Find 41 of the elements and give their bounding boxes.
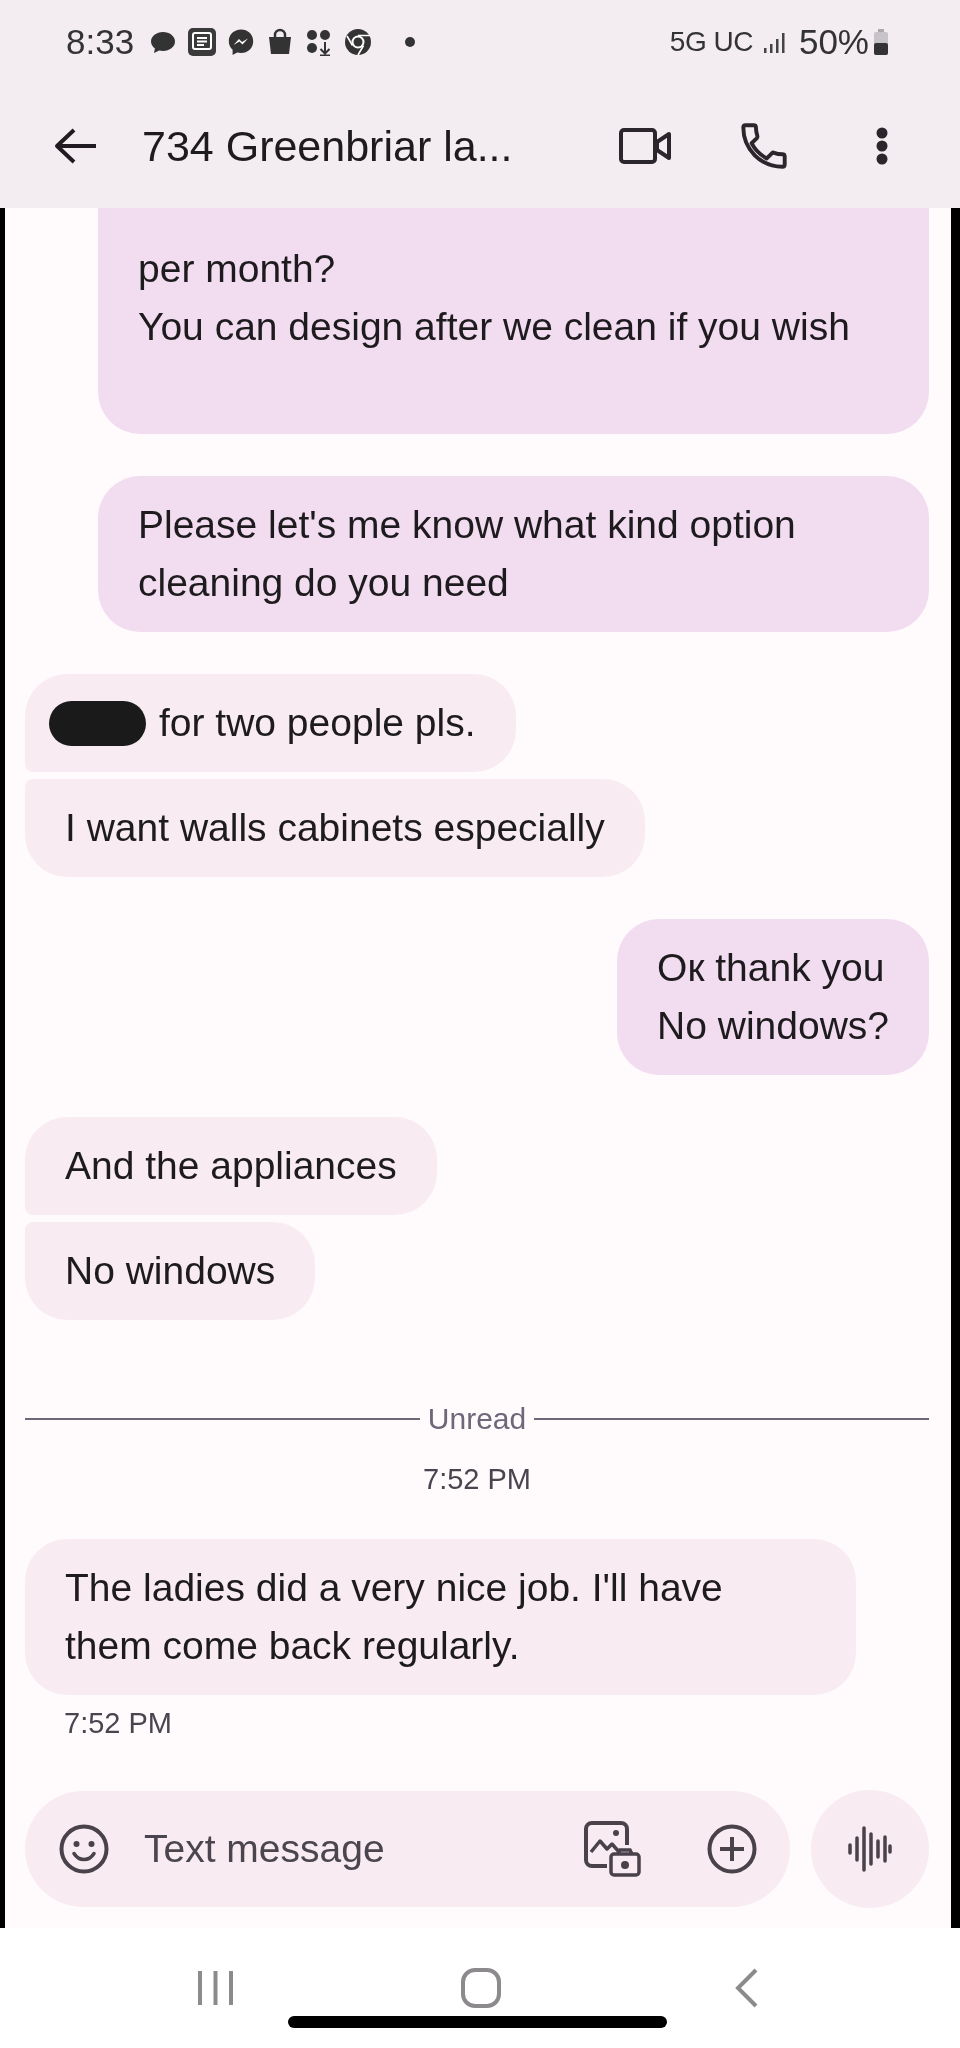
image-camera-icon xyxy=(583,1820,641,1878)
signal-icon xyxy=(762,31,787,53)
attach-media-button[interactable] xyxy=(583,1820,641,1878)
message-text: per month? You can design after we clean if you wish xyxy=(138,247,850,348)
video-camera-icon xyxy=(619,128,671,164)
phone-icon xyxy=(741,123,787,169)
message-text: The ladies did a very nice job. I'll have them come back regularly. xyxy=(65,1566,723,1667)
message-text: I want walls cabinets especially xyxy=(65,806,605,849)
plus-circle-icon xyxy=(707,1824,757,1874)
video-call-button[interactable] xyxy=(619,128,671,164)
battery-percent: 50% xyxy=(798,22,869,62)
emoji-button[interactable] xyxy=(59,1824,109,1874)
smiley-icon xyxy=(59,1824,109,1874)
message-text: And the appliances xyxy=(65,1144,397,1187)
message-input[interactable]: Text message xyxy=(144,1820,559,1878)
recent-apps-icon[interactable] xyxy=(196,1969,234,2007)
back-icon[interactable] xyxy=(735,1968,759,2008)
lightning-bubble-icon xyxy=(227,28,256,56)
add-button[interactable] xyxy=(707,1824,757,1874)
back-button[interactable] xyxy=(54,128,96,164)
notification-dot-icon xyxy=(405,37,416,47)
message-text: for two people pls. xyxy=(159,701,476,744)
more-icon xyxy=(876,127,888,165)
network-label: 5G UC xyxy=(669,26,753,58)
call-button[interactable] xyxy=(741,123,787,169)
conversation-title: 734 Greenbriar la... xyxy=(142,121,513,171)
more-options-button[interactable] xyxy=(876,127,888,165)
status-time: 8:33 xyxy=(66,22,135,62)
waveform-icon xyxy=(848,1824,892,1874)
message-text: No windows xyxy=(65,1249,276,1292)
message-composer-field[interactable]: Text message xyxy=(25,1791,790,1907)
message-text: Please let's me know what kind option cleaning do you need xyxy=(138,503,796,604)
unread-divider-label: Unread xyxy=(427,1401,527,1437)
battery-icon xyxy=(873,29,889,55)
home-icon[interactable] xyxy=(461,1968,501,2008)
message-icon xyxy=(188,28,217,56)
aperture-icon xyxy=(344,28,373,56)
arrow-left-icon xyxy=(54,128,96,164)
timestamp: 7:52 PM xyxy=(423,1462,531,1497)
message-text: Oк thank you No windows? xyxy=(657,946,889,1047)
message-time: 7:52 PM xyxy=(64,1706,172,1741)
